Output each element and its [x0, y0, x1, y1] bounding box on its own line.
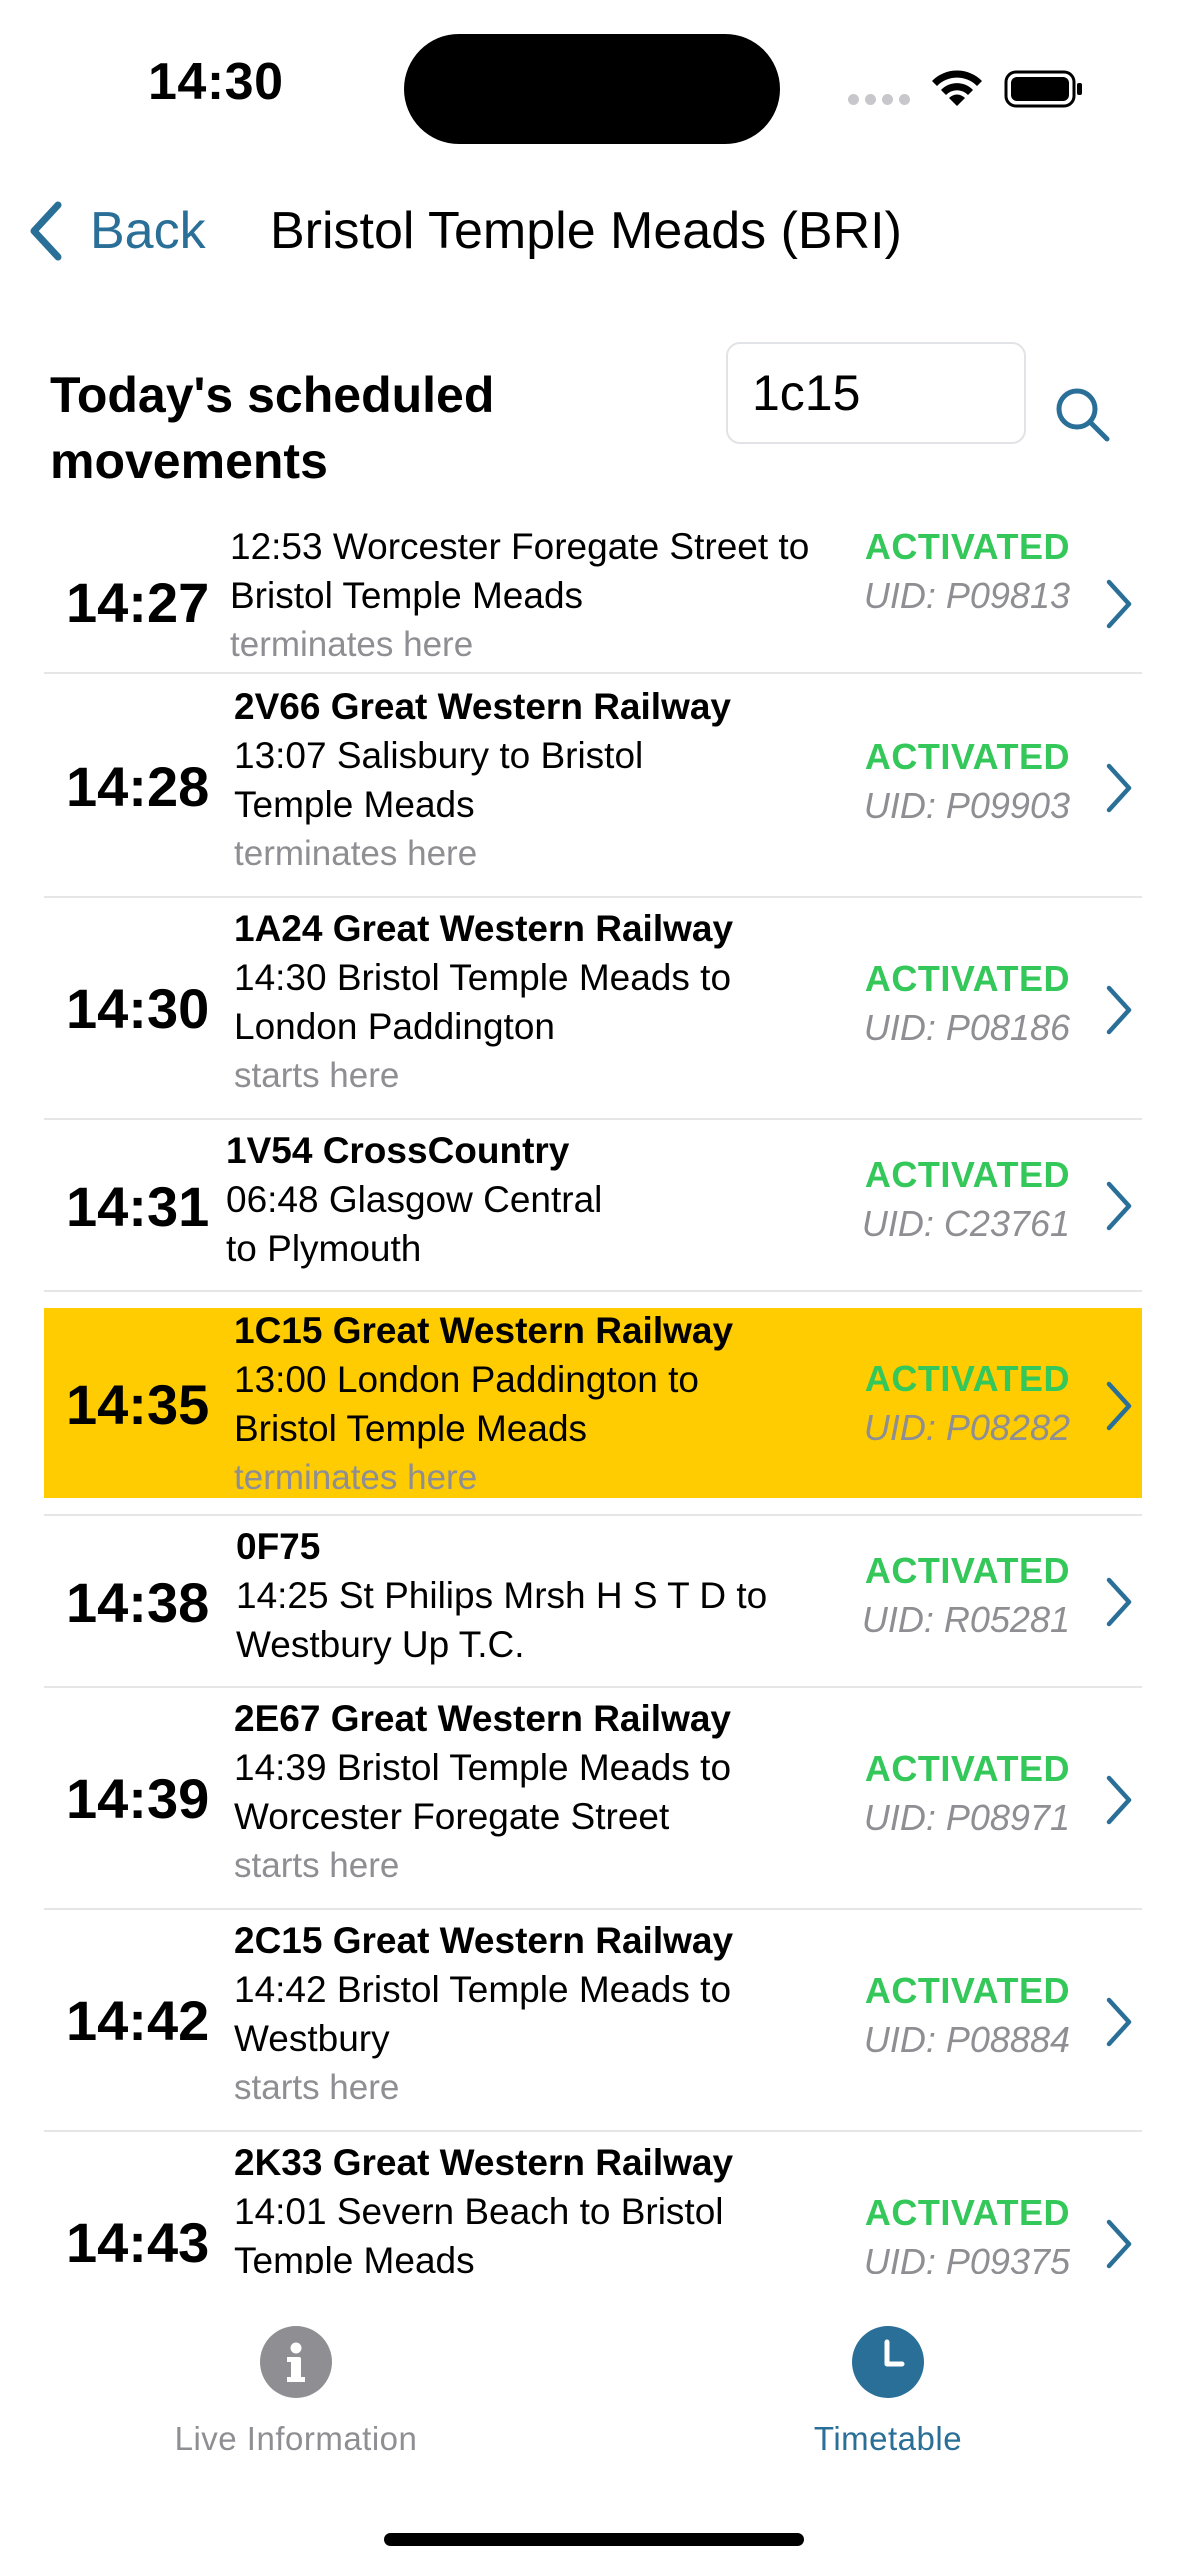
chevron-right-icon: [1106, 985, 1132, 1035]
section-title: Today's scheduled movements: [50, 367, 495, 489]
search-input[interactable]: [726, 342, 1026, 444]
row-headcode: 1C15 Great Western Railway: [234, 1310, 734, 1351]
wifi-icon: [932, 70, 982, 106]
row-route: 13:07 Salisbury to Bristol Temple Meads: [234, 735, 644, 825]
row-time: 14:28: [66, 755, 210, 818]
chevron-right-icon: [1106, 1381, 1132, 1431]
row-uid: UID: P08186: [863, 1007, 1070, 1048]
page-title: Bristol Temple Meads (BRI): [270, 202, 902, 260]
row-note: terminates here: [234, 834, 478, 873]
row-time: 14:43: [66, 2211, 210, 2274]
tab-live-information[interactable]: Live Information: [96, 2326, 496, 2458]
row-route: 14:25 St Philips Mrsh H S T D to Westbur…: [236, 1575, 768, 1665]
row-note: starts here: [234, 2068, 400, 2107]
divider: [44, 1290, 1142, 1292]
tab-label: Live Information: [174, 2420, 418, 2457]
row-uid: UID: P08971: [863, 1797, 1070, 1838]
list-item[interactable]: 14:28 2V66 Great Western Railway 13:07 S…: [44, 676, 1142, 898]
row-time: 14:38: [66, 1571, 210, 1634]
tab-timetable[interactable]: Timetable: [688, 2326, 1088, 2458]
row-route: 14:42 Bristol Temple Meads to Westbury: [234, 1969, 732, 2059]
chevron-right-icon: [1106, 1775, 1132, 1825]
back-label: Back: [90, 202, 206, 260]
chevron-right-icon: [1106, 2219, 1132, 2269]
row-route: 13:00 London Paddington to Bristol Templ…: [234, 1359, 699, 1449]
row-headcode: 1A24 Great Western Railway: [234, 908, 734, 949]
tab-label: Timetable: [813, 2420, 963, 2457]
dynamic-island: [404, 34, 780, 144]
tab-bar: Live Information Timetable: [0, 2274, 1179, 2556]
row-headcode: 2C15 Great Western Railway: [234, 1920, 734, 1961]
row-time: 14:35: [66, 1373, 210, 1436]
row-uid: UID: P09903: [863, 785, 1070, 826]
row-time: 14:30: [66, 977, 210, 1040]
battery-icon: [1004, 70, 1082, 108]
row-headcode: 2E67 Great Western Railway: [234, 1698, 732, 1739]
row-route: 14:01 Severn Beach to Bristol Temple Mea…: [234, 2191, 724, 2274]
cellular-signal-icon: [848, 94, 910, 108]
status-badge: ACTIVATED: [864, 1154, 1070, 1195]
list-item[interactable]: 14:30 1A24 Great Western Railway 14:30 B…: [44, 898, 1142, 1120]
row-uid: UID: P08282: [863, 1407, 1070, 1448]
list-item-highlighted[interactable]: 14:35 1C15 Great Western Railway 13:00 L…: [44, 1308, 1142, 1498]
chevron-right-icon: [1106, 579, 1132, 629]
status-time: 14:30: [148, 53, 284, 111]
chevron-right-icon: [1106, 1181, 1132, 1231]
list-item[interactable]: 14:31 1V54 CrossCountry 06:48 Glasgow Ce…: [44, 1120, 1142, 1292]
list-item[interactable]: 14:43 2K33 Great Western Railway 14:01 S…: [44, 2132, 1142, 2274]
divider: [44, 672, 1142, 674]
list-item[interactable]: 14:38 0F75 14:25 St Philips Mrsh H S T D…: [44, 1516, 1142, 1688]
row-headcode: 2V66 Great Western Railway: [234, 686, 732, 727]
row-route: 14:30 Bristol Temple Meads to London Pad…: [234, 957, 732, 1047]
status-badge: ACTIVATED: [864, 958, 1070, 999]
search-icon[interactable]: [1052, 384, 1112, 444]
status-badge: ACTIVATED: [864, 736, 1070, 777]
list-item[interactable]: 14:42 2C15 Great Western Railway 14:42 B…: [44, 1910, 1142, 2132]
chevron-right-icon: [1106, 1577, 1132, 1627]
status-badge: ACTIVATED: [864, 1550, 1070, 1591]
home-indicator: [384, 2533, 804, 2546]
row-uid: UID: C23761: [861, 1203, 1070, 1244]
row-uid: UID: P09813: [863, 575, 1070, 616]
row-time: 14:31: [66, 1175, 210, 1238]
movements-list[interactable]: 14:27 12:53 Worcester Foregate Street to…: [0, 526, 1179, 2274]
row-route: 12:53 Worcester Foregate Street to Brist…: [230, 526, 810, 616]
status-badge: ACTIVATED: [864, 1358, 1070, 1399]
chevron-right-icon: [1106, 763, 1132, 813]
row-route: 14:39 Bristol Temple Meads to Worcester …: [234, 1747, 732, 1837]
row-uid: UID: P09375: [863, 2241, 1070, 2274]
row-note: starts here: [234, 1846, 400, 1885]
status-badge: ACTIVATED: [864, 526, 1070, 567]
row-route: 06:48 Glasgow Central to Plymouth: [226, 1179, 603, 1269]
list-item[interactable]: 14:27 12:53 Worcester Foregate Street to…: [44, 526, 1142, 674]
row-headcode: 2K33 Great Western Railway: [234, 2142, 734, 2183]
status-badge: ACTIVATED: [864, 2192, 1070, 2233]
list-item[interactable]: 14:39 2E67 Great Western Railway 14:39 B…: [44, 1688, 1142, 1910]
status-badge: ACTIVATED: [864, 1748, 1070, 1789]
row-time: 14:39: [66, 1767, 210, 1830]
row-uid: UID: P08884: [863, 2019, 1070, 2060]
row-headcode: 1V54 CrossCountry: [226, 1130, 570, 1171]
back-button[interactable]: Back: [24, 196, 206, 266]
row-time: 14:27: [66, 571, 210, 634]
row-headcode: 0F75: [236, 1526, 321, 1567]
clock-icon: [852, 2326, 924, 2398]
status-badge: ACTIVATED: [864, 1970, 1070, 2011]
chevron-left-icon: [30, 201, 62, 261]
row-time: 14:42: [66, 1989, 210, 2052]
chevron-right-icon: [1106, 1997, 1132, 2047]
row-uid: UID: R05281: [861, 1599, 1070, 1640]
row-note: terminates here: [234, 1458, 478, 1497]
row-note: terminates here: [230, 625, 474, 664]
info-icon: [260, 2326, 332, 2398]
row-note: starts here: [234, 1056, 400, 1095]
